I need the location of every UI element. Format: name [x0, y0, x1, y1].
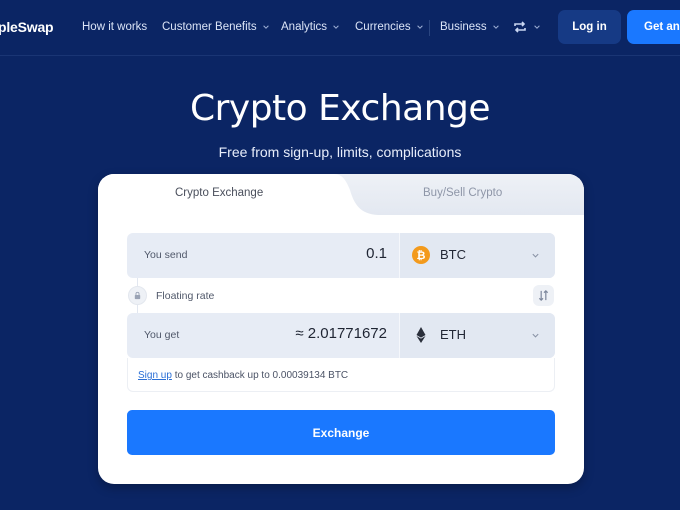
- login-button[interactable]: Log in: [558, 10, 621, 44]
- send-currency-ticker: BTC: [440, 247, 466, 262]
- ethereum-icon: [416, 327, 426, 343]
- nav-item-business[interactable]: Business: [440, 21, 500, 33]
- svg-text:₿: ₿: [417, 249, 426, 262]
- lock-icon: [134, 291, 141, 300]
- exchange-button[interactable]: Exchange: [127, 410, 555, 455]
- get-currency-ticker: ETH: [440, 327, 466, 342]
- nav-item-currencies[interactable]: Currencies: [355, 21, 424, 33]
- swap-menu-button[interactable]: [512, 19, 541, 35]
- send-label: You send: [144, 249, 188, 261]
- send-row: You send 0.1 ₿ BTC: [127, 233, 555, 278]
- chevron-down-icon[interactable]: [531, 331, 540, 340]
- cashback-message: Sign up to get cashback up to 0.00039134…: [138, 370, 348, 381]
- nav-item-label: Currencies: [355, 21, 411, 33]
- nav-divider: [429, 20, 430, 36]
- nav-item-label: Analytics: [281, 21, 328, 33]
- nav-item-label: Customer Benefits: [162, 21, 257, 33]
- swap-direction-icon: [538, 290, 549, 301]
- tab-crypto-exchange[interactable]: Crypto Exchange: [175, 187, 263, 199]
- swap-arrows-icon: [514, 21, 526, 33]
- get-account-button[interactable]: Get an account: [627, 10, 680, 44]
- exchange-widget: Crypto Exchange Buy/Sell Crypto You send…: [98, 174, 584, 484]
- chevron-down-icon: [262, 25, 269, 29]
- row-divider: [399, 233, 400, 278]
- page-subtitle: Free from sign-up, limits, complications: [218, 144, 462, 160]
- swap-direction-button[interactable]: [533, 285, 554, 306]
- chevron-down-icon[interactable]: [531, 251, 540, 260]
- logo[interactable]: pleSwap: [0, 19, 54, 35]
- nav-item-how-it-works[interactable]: How it works: [82, 21, 147, 33]
- nav-item-customer-benefits[interactable]: Customer Benefits: [162, 21, 270, 33]
- nav-item-label: How it works: [82, 21, 148, 33]
- bitcoin-icon: ₿: [412, 246, 430, 264]
- tab-buy-sell-crypto[interactable]: Buy/Sell Crypto: [423, 187, 502, 199]
- floating-rate-label: Floating rate: [156, 290, 215, 302]
- send-amount-input[interactable]: 0.1: [366, 245, 387, 262]
- chevron-down-icon: [492, 25, 499, 29]
- get-row: You get ≈ 2.01771672 ETH: [127, 313, 555, 358]
- rate-lock-toggle[interactable]: [128, 286, 147, 305]
- get-amount-value: ≈ 2.01771672: [295, 325, 387, 342]
- nav-item-analytics[interactable]: Analytics: [281, 21, 340, 33]
- top-navigation: pleSwap How it works Customer Benefits A…: [0, 0, 680, 56]
- row-divider: [399, 313, 400, 358]
- sign-up-link[interactable]: Sign up: [138, 370, 172, 381]
- cashback-text: to get cashback up to 0.00039134 BTC: [171, 370, 349, 381]
- get-label: You get: [144, 329, 180, 341]
- nav-item-label: Business: [440, 21, 487, 33]
- chevron-down-icon: [416, 25, 423, 29]
- page-title: Crypto Exchange: [189, 88, 491, 129]
- chevron-down-icon: [534, 25, 540, 29]
- chevron-down-icon: [333, 25, 339, 29]
